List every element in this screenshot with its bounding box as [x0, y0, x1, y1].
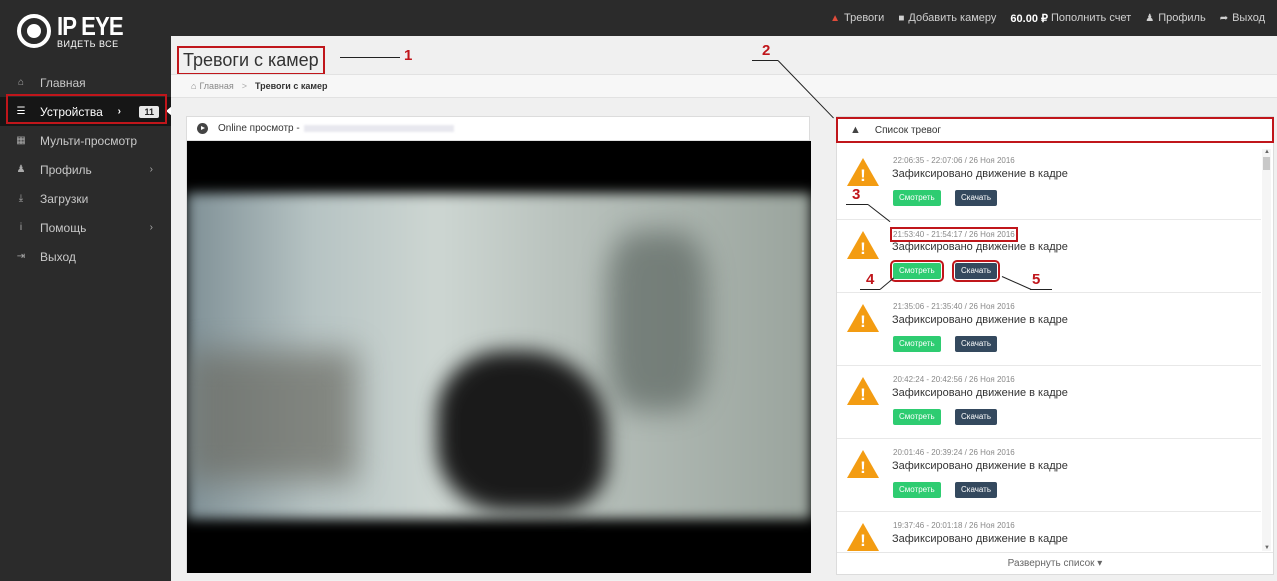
alarm-time: 21:53:40 - 21:54:17 / 26 Ноя 2016 [890, 227, 1018, 242]
annotation-5: 5 [1032, 271, 1041, 288]
annotation-1: 1 [404, 47, 413, 64]
alarm-message: Зафиксировано движение в кадре [892, 241, 1068, 253]
warning-icon: ▲ [850, 124, 861, 136]
alarm-item: ! 19:37:46 - 20:01:18 / 26 Ноя 2016 Зафи… [837, 512, 1261, 555]
sidebar-item-label: Выход [40, 249, 76, 264]
alarm-time: 22:06:35 - 22:07:06 / 26 Ноя 2016 [893, 156, 1015, 165]
warning-icon: ▲ [830, 12, 840, 24]
view-button[interactable]: Смотреть [890, 260, 944, 282]
alarm-time: 21:35:06 - 21:35:40 / 26 Ноя 2016 [893, 302, 1015, 311]
chevron-right-icon: › [149, 164, 153, 175]
sidebar-item-logout[interactable]: ⇥ Выход [0, 242, 171, 271]
annotation-3: 3 [852, 186, 861, 203]
logo-title: IP EYE [57, 11, 124, 41]
sidebar-item-home[interactable]: ⌂ Главная [0, 68, 171, 97]
user-icon: ♟ [1145, 12, 1155, 24]
alarm-time: 20:42:24 - 20:42:56 / 26 Ноя 2016 [893, 375, 1015, 384]
online-view-header: Online просмотр - [187, 117, 809, 141]
top-navbar: ▲ Тревоги ■ Добавить камеру 60.00 ₽ Попо… [171, 0, 1277, 36]
sidebar-item-help[interactable]: i Помощь › [0, 213, 171, 242]
sidebar-item-label: Мульти-просмотр [40, 133, 138, 148]
info-icon: i [19, 222, 23, 233]
online-view-panel: Online просмотр - [186, 116, 811, 573]
alarm-item: ! 22:06:35 - 22:07:06 / 26 Ноя 2016 Зафи… [837, 147, 1261, 220]
home-icon: ⌂ [17, 77, 25, 88]
sidebar-item-label: Загрузки [40, 191, 89, 206]
sidebar-item-profile[interactable]: ♟ Профиль › [0, 155, 171, 184]
alarm-item: ! 20:01:46 - 20:39:24 / 26 Ноя 2016 Зафи… [837, 439, 1261, 512]
view-button[interactable]: Смотреть [893, 482, 941, 498]
sidebar: IP EYE ВИДЕТЬ ВСЕ ⌂ Главная ☰ Устройства… [0, 0, 172, 581]
user-icon: ♟ [16, 164, 26, 175]
alarm-list-header: ▲ Список тревог [836, 117, 1274, 143]
profile-link[interactable]: ♟ Профиль [1145, 12, 1205, 24]
annotation-box-devices [6, 94, 167, 124]
play-icon[interactable] [197, 123, 208, 134]
logo-tagline: ВИДЕТЬ ВСЕ [57, 39, 119, 49]
annotation-line-3-top [846, 204, 868, 205]
sidebar-item-downloads[interactable]: ⤓ Загрузки [0, 184, 171, 213]
ipeye-logo[interactable]: IP EYE ВИДЕТЬ ВСЕ [17, 10, 147, 52]
alarm-item: ! 20:42:24 - 20:42:56 / 26 Ноя 2016 Зафи… [837, 366, 1261, 439]
chevron-right-icon: › [149, 222, 153, 233]
balance-amount: 60.00 ₽ [1010, 12, 1048, 25]
alarm-list: ! 22:06:35 - 22:07:06 / 26 Ноя 2016 Зафи… [837, 147, 1261, 555]
caret-down-icon: ▾ [1097, 558, 1103, 569]
alarm-list-panel: ▲ Список тревог ! 22:06:35 - 22:07:06 / … [836, 116, 1274, 575]
alarm-list-scrollbar[interactable]: ▲ ▼ [1262, 149, 1271, 551]
download-button[interactable]: Скачать [952, 260, 1000, 282]
grid-icon: ▦ [16, 135, 26, 146]
scroll-down-icon[interactable]: ▼ [1264, 545, 1270, 551]
scroll-up-icon[interactable]: ▲ [1264, 149, 1270, 155]
view-button[interactable]: Смотреть [893, 409, 941, 425]
download-button[interactable]: Скачать [955, 482, 997, 498]
alarm-message: Зафиксировано движение в кадре [892, 533, 1068, 545]
alarm-time: 20:01:46 - 20:39:24 / 26 Ноя 2016 [893, 448, 1015, 457]
view-button[interactable]: Смотреть [893, 190, 941, 206]
main-content: Тревоги с камер ⌂ Главная > Тревоги с ка… [171, 36, 1277, 581]
eye-logo-icon [17, 14, 51, 48]
annotation-line-4-bottom [860, 289, 880, 290]
logout-link[interactable]: ➦ Выход [1220, 12, 1265, 24]
add-camera-link[interactable]: ■ Добавить камеру [898, 12, 996, 24]
page-title: Тревоги с камер [177, 46, 325, 75]
download-icon: ⤓ [18, 193, 24, 204]
alarm-message: Зафиксировано движение в кадре [892, 168, 1068, 180]
expand-list-button[interactable]: Развернуть список ▾ [837, 552, 1273, 574]
logout-icon: ⇥ [16, 251, 26, 262]
breadcrumb-home-link[interactable]: Главная [199, 81, 233, 91]
sidebar-item-multiview[interactable]: ▦ Мульти-просмотр [0, 126, 171, 155]
sidebar-item-label: Помощь [40, 220, 87, 235]
alarm-message: Зафиксировано движение в кадре [892, 314, 1068, 326]
annotation-4: 4 [866, 271, 875, 288]
alarms-link[interactable]: ▲ Тревоги [830, 12, 884, 24]
view-button[interactable]: Смотреть [893, 336, 941, 352]
download-button[interactable]: Скачать [955, 190, 997, 206]
home-icon: ⌂ [191, 81, 197, 91]
blurred-camera-name [303, 125, 454, 132]
breadcrumb: ⌂ Главная > Тревоги с камер [171, 74, 1277, 98]
alarm-message: Зафиксировано движение в кадре [892, 387, 1068, 399]
chevron-right-icon: > [241, 81, 247, 91]
annotation-2: 2 [762, 42, 771, 59]
annotation-line-5-bottom [1030, 289, 1052, 290]
alarm-item: ! 21:35:06 - 21:35:40 / 26 Ноя 2016 Зафи… [837, 293, 1261, 366]
annotation-line-2-top [752, 60, 778, 61]
annotation-line-1 [340, 57, 400, 58]
alarm-message: Зафиксировано движение в кадре [892, 460, 1068, 472]
sidebar-item-label: Профиль [40, 162, 92, 177]
share-arrow-icon: ➦ [1219, 12, 1229, 24]
balance-topup-link[interactable]: 60.00 ₽ Пополнить счет [1010, 12, 1131, 25]
scroll-thumb[interactable] [1263, 157, 1270, 170]
breadcrumb-current: Тревоги с камер [254, 81, 328, 91]
video-player[interactable] [187, 141, 811, 573]
video-camera-icon: ■ [898, 12, 905, 24]
alarm-time: 19:37:46 - 20:01:18 / 26 Ноя 2016 [893, 521, 1015, 530]
download-button[interactable]: Скачать [955, 336, 997, 352]
download-button[interactable]: Скачать [955, 409, 997, 425]
sidebar-item-label: Главная [40, 75, 86, 90]
alarm-item: ! 21:53:40 - 21:54:17 / 26 Ноя 2016 Зафи… [837, 220, 1261, 293]
